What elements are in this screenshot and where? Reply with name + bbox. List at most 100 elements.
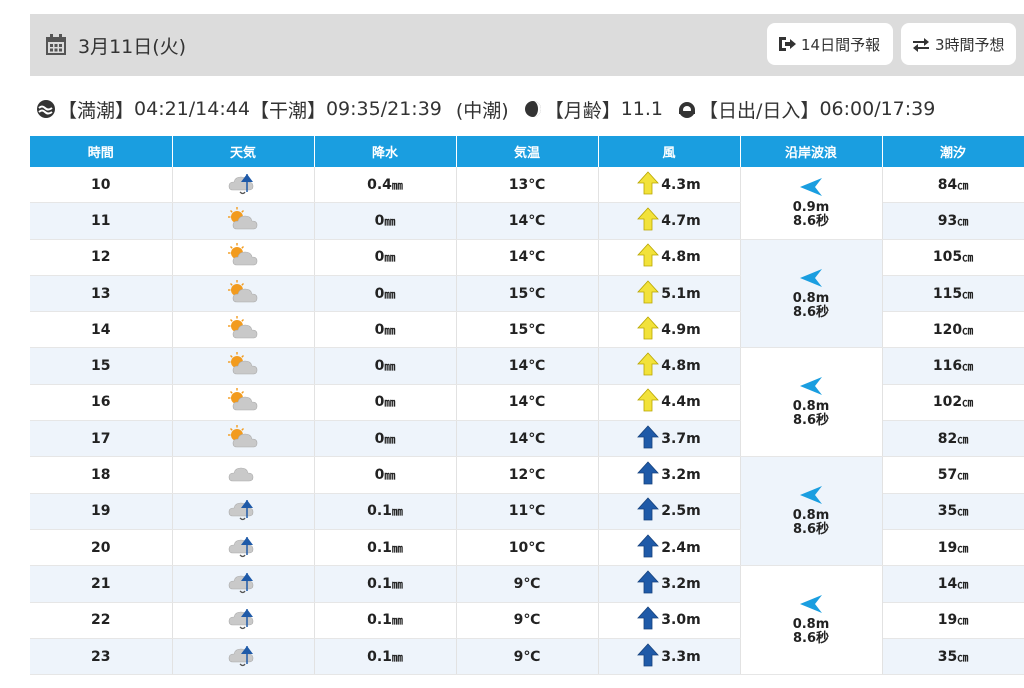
weather-cell — [172, 456, 315, 494]
tide-unit: ㎝ — [957, 541, 969, 555]
wave-cell: 0.8m 8.6秒 — [740, 347, 883, 458]
wind-cell: 4.3m — [598, 167, 741, 204]
tide-info-line: 【満潮】 04:21/14:44 【干潮】 09:35/21:39 (中潮) 【… — [36, 94, 935, 124]
temp-cell: 9℃ — [456, 638, 599, 676]
tide-value: 35 — [937, 503, 958, 520]
table-row: 21 0.1㎜ 9℃ 3.2m 0.8m 8.6秒 14㎝ — [30, 565, 1024, 676]
wind-cell: 2.5m — [598, 493, 741, 530]
temp-cell: 9℃ — [456, 565, 599, 603]
hour-cell: 19 — [30, 493, 173, 530]
tide-cell: 35㎝ — [882, 638, 1024, 676]
forecast-3hour-button[interactable]: 3時間予想 — [901, 23, 1016, 65]
tide-unit: ㎝ — [962, 251, 974, 265]
precip-value: 0.1 — [367, 575, 392, 592]
precip-cell: 0㎜ — [314, 239, 457, 276]
temp-cell: 15℃ — [456, 311, 599, 349]
forecast-14day-button[interactable]: 14日間予報 — [767, 23, 893, 65]
wind-cell: 3.3m — [598, 638, 741, 676]
moon-age-value: 11.1 — [620, 98, 664, 120]
hour-cell: 12 — [30, 239, 173, 276]
temp-cell: 10℃ — [456, 529, 599, 567]
precip-cell: 0㎜ — [314, 202, 457, 240]
hour-cell: 16 — [30, 384, 173, 422]
wind-arrow-icon — [637, 642, 661, 671]
wind-cell: 3.0m — [598, 602, 741, 639]
sun-label: 【日出/日入】 — [699, 99, 820, 122]
wave-direction-icon — [800, 268, 822, 287]
tide-cell: 19㎝ — [882, 602, 1024, 639]
tide-cell: 102㎝ — [882, 384, 1024, 422]
calendar-icon — [46, 34, 66, 55]
tide-unit: ㎝ — [962, 323, 974, 337]
sun-cloud-icon — [227, 352, 259, 380]
temp-cell: 14℃ — [456, 384, 599, 422]
wind-arrow-icon — [637, 352, 661, 380]
wave-period: 8.6秒 — [792, 213, 830, 229]
weather-cell — [172, 167, 315, 204]
tide-cell: 84㎝ — [882, 167, 1024, 204]
cloud-rain-icon — [227, 173, 259, 200]
tide-cell: 115㎝ — [882, 275, 1024, 313]
wind-arrow-icon — [637, 606, 661, 634]
col-header-time: 時間 — [30, 136, 173, 167]
tide-unit: ㎝ — [957, 577, 969, 591]
tide-value: 57 — [937, 467, 958, 484]
tide-type: (中潮) — [455, 99, 509, 122]
sun-cloud-icon — [227, 388, 259, 416]
precip-value: 0 — [374, 467, 385, 484]
high-tide-label: 【満潮】 — [58, 99, 135, 122]
wind-arrow-icon — [637, 497, 661, 525]
tide-cell: 120㎝ — [882, 311, 1024, 349]
wave-cell: 0.8m 8.6秒 — [740, 565, 883, 676]
weather-cell — [172, 384, 315, 422]
wind-arrow-icon — [637, 461, 661, 489]
wind-cell: 2.4m — [598, 529, 741, 567]
precip-unit: ㎜ — [384, 360, 396, 374]
tide-value: 120 — [932, 321, 963, 338]
temp-cell: 14℃ — [456, 420, 599, 458]
forecast-table: 時間 天気 降水 気温 風 沿岸波浪 潮汐 10 0.4㎜ 13℃ 4.3m 0.9m 8… — [30, 136, 1024, 676]
wave-period: 8.6秒 — [792, 631, 830, 647]
tide-value: 14 — [937, 575, 958, 592]
high-tide-value: 04:21/14:44 — [134, 98, 250, 120]
wind-arrow-icon — [637, 279, 661, 308]
hour-cell: 20 — [30, 529, 173, 567]
wind-cell: 4.8m — [598, 239, 741, 276]
weather-cell — [172, 239, 315, 276]
precip-value: 0.1 — [367, 648, 392, 665]
hour-cell: 22 — [30, 602, 173, 639]
wave-cell: 0.9m 8.6秒 — [740, 167, 883, 240]
tide-unit: ㎝ — [957, 650, 969, 664]
wind-value: 4.3m — [661, 176, 701, 193]
wind-arrow-icon — [637, 534, 661, 562]
wind-value: 3.2m — [661, 575, 701, 592]
col-header-weather: 天気 — [172, 136, 315, 167]
tide-unit: ㎝ — [957, 469, 969, 483]
tide-unit: ㎝ — [962, 287, 974, 301]
weather-cell — [172, 347, 315, 385]
wave-cell: 0.8m 8.6秒 — [740, 456, 883, 567]
wind-value: 4.8m — [661, 358, 701, 375]
weather-cell — [172, 638, 315, 676]
precip-unit: ㎜ — [384, 214, 396, 228]
wave-cell: 0.8m 8.6秒 — [740, 239, 883, 349]
precip-value: 0 — [374, 285, 385, 302]
precip-cell: 0.1㎜ — [314, 565, 457, 603]
wind-cell: 4.4m — [598, 384, 741, 422]
sun-cloud-icon — [227, 243, 259, 271]
wind-value: 4.7m — [661, 212, 701, 229]
tide-unit: ㎝ — [957, 614, 969, 628]
temp-cell: 9℃ — [456, 602, 599, 639]
cloud-rain-icon — [227, 645, 259, 672]
tide-value: 93 — [937, 212, 958, 229]
hour-cell: 23 — [30, 638, 173, 676]
tide-unit: ㎝ — [957, 214, 969, 228]
tide-value: 35 — [937, 648, 958, 665]
wind-value: 5.1m — [661, 285, 701, 302]
col-header-tide: 潮汐 — [882, 136, 1024, 167]
tide-value: 82 — [937, 430, 958, 447]
precip-unit: ㎜ — [384, 323, 396, 337]
tide-unit: ㎝ — [957, 178, 969, 192]
tide-value: 19 — [937, 539, 958, 556]
precip-cell: 0㎜ — [314, 384, 457, 422]
